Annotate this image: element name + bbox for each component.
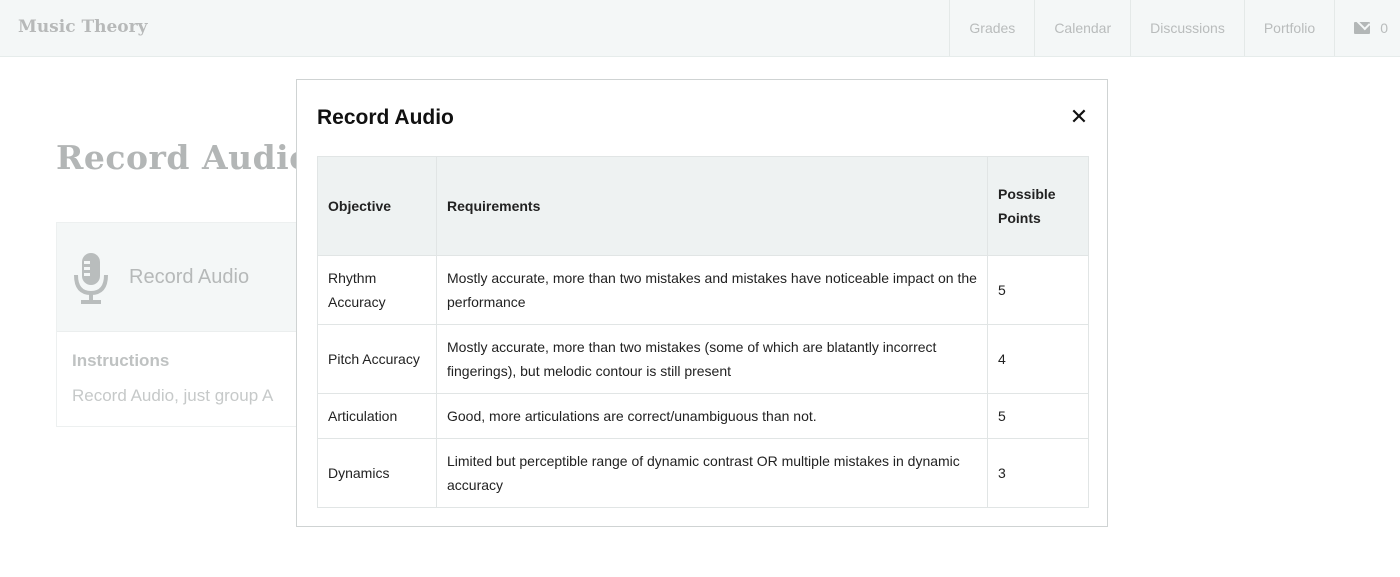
course-title[interactable]: Music Theory: [18, 17, 147, 37]
requirements-cell: Limited but perceptible range of dynamic…: [436, 438, 988, 508]
table-row: Pitch Accuracy Mostly accurate, more tha…: [317, 324, 1089, 394]
messages-count: 0: [1380, 20, 1388, 36]
nav-link-portfolio[interactable]: Portfolio: [1243, 0, 1334, 56]
modal-title: Record Audio: [317, 106, 454, 129]
top-navbar: Music Theory Grades Calendar Discussions…: [0, 0, 1400, 57]
messages-button[interactable]: 0: [1334, 0, 1400, 56]
page-title: Record Audio: [56, 138, 312, 177]
assignment-card: Record Audio Instructions Record Audio, …: [56, 222, 336, 427]
nav-links: Grades Calendar Discussions Portfolio 0: [949, 0, 1400, 56]
requirements-cell: Good, more articulations are correct/una…: [436, 393, 988, 439]
card-heading: Record Audio: [129, 266, 250, 288]
instructions-label: Instructions: [72, 351, 170, 370]
header-requirements: Requirements: [436, 156, 988, 256]
requirements-cell: Mostly accurate, more than two mistakes …: [436, 324, 988, 394]
instructions-text: Record Audio, just group A: [72, 386, 274, 405]
objective-cell: Pitch Accuracy: [317, 324, 437, 394]
header-possible-points: Possible Points: [987, 156, 1089, 256]
objective-cell: Articulation: [317, 393, 437, 439]
table-row: Dynamics Limited but perceptible range o…: [317, 438, 1089, 508]
table-row: Articulation Good, more articulations ar…: [317, 393, 1089, 439]
close-button[interactable]: ✕: [1069, 106, 1089, 130]
microphone-icon: [74, 253, 108, 304]
rubric-table: Objective Requirements Possible Points R…: [317, 156, 1089, 508]
nav-link-grades[interactable]: Grades: [949, 0, 1034, 56]
points-cell: 5: [987, 255, 1089, 325]
objective-cell: Rhythm Accuracy: [317, 255, 437, 325]
objective-cell: Dynamics: [317, 438, 437, 508]
close-icon: ✕: [1069, 105, 1089, 130]
points-cell: 5: [987, 393, 1089, 439]
nav-link-discussions[interactable]: Discussions: [1130, 0, 1244, 56]
header-objective: Objective: [317, 156, 437, 256]
points-cell: 4: [987, 324, 1089, 394]
rubric-modal: Record Audio ✕ Objective Requirements Po…: [296, 79, 1108, 527]
card-header: Record Audio: [57, 223, 335, 332]
table-row: Rhythm Accuracy Mostly accurate, more th…: [317, 255, 1089, 325]
nav-link-calendar[interactable]: Calendar: [1034, 0, 1130, 56]
requirements-cell: Mostly accurate, more than two mistakes …: [436, 255, 988, 325]
points-cell: 3: [987, 438, 1089, 508]
table-header-row: Objective Requirements Possible Points: [317, 156, 1089, 256]
envelope-icon: [1354, 22, 1371, 34]
